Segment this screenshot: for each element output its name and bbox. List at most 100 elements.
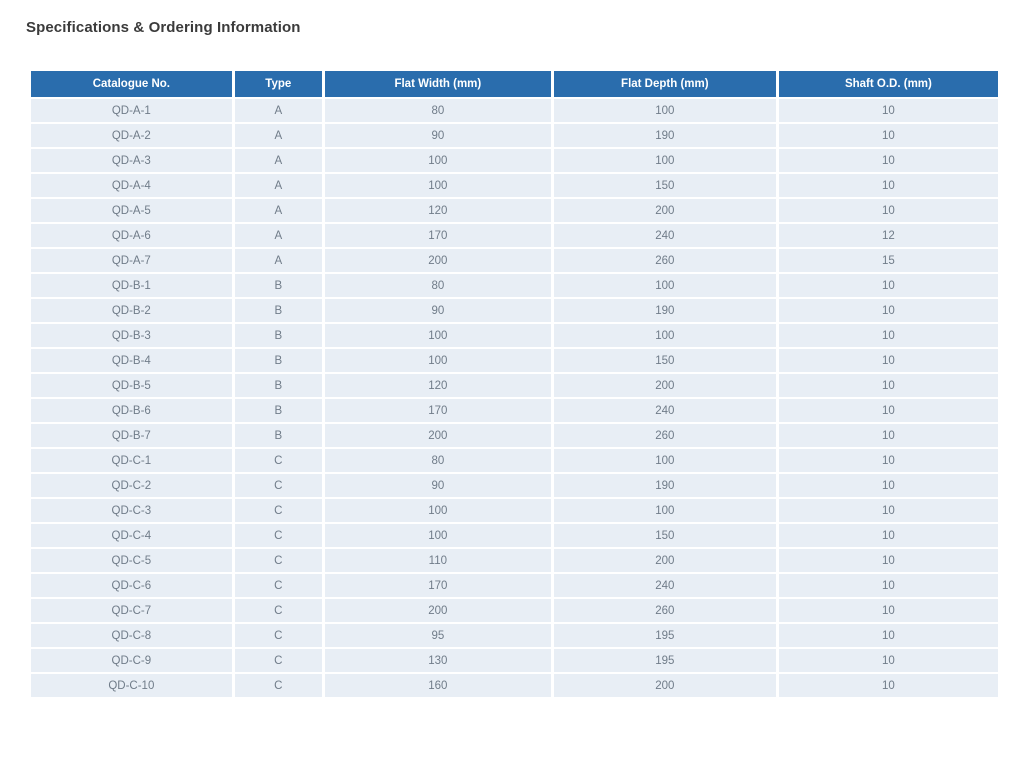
table-cell: QD-C-6 (30, 573, 234, 598)
table-cell: 90 (323, 298, 552, 323)
table-cell: 195 (552, 648, 777, 673)
table-cell: C (233, 648, 323, 673)
table-cell: 190 (552, 298, 777, 323)
table-cell: QD-C-1 (30, 448, 234, 473)
table-row: QD-C-4C10015010 (30, 523, 1000, 548)
table-row: QD-A-5A12020010 (30, 198, 1000, 223)
table-row: QD-C-1C8010010 (30, 448, 1000, 473)
table-cell: QD-C-2 (30, 473, 234, 498)
table-cell: 10 (777, 648, 999, 673)
table-cell: QD-B-1 (30, 273, 234, 298)
table-row: QD-B-4B10015010 (30, 348, 1000, 373)
table-cell: 200 (552, 673, 777, 698)
table-cell: 10 (777, 398, 999, 423)
table-cell: C (233, 548, 323, 573)
table-cell: 190 (552, 473, 777, 498)
table-cell: C (233, 573, 323, 598)
table-cell: 190 (552, 123, 777, 148)
table-cell: 100 (552, 448, 777, 473)
table-cell: 100 (552, 323, 777, 348)
table-cell: QD-A-5 (30, 198, 234, 223)
table-cell: QD-C-7 (30, 598, 234, 623)
column-header: Shaft O.D. (mm) (777, 70, 999, 98)
page: Specifications & Ordering Information Ca… (0, 0, 1026, 772)
table-cell: 10 (777, 423, 999, 448)
table-cell: 10 (777, 623, 999, 648)
table-cell: 150 (552, 173, 777, 198)
table-cell: 170 (323, 398, 552, 423)
table-cell: 200 (323, 423, 552, 448)
table-cell: 10 (777, 323, 999, 348)
table-row: QD-C-7C20026010 (30, 598, 1000, 623)
table-cell: 150 (552, 523, 777, 548)
table-cell: 10 (777, 498, 999, 523)
table-cell: QD-B-4 (30, 348, 234, 373)
table-cell: 160 (323, 673, 552, 698)
table-cell: 100 (323, 523, 552, 548)
table-cell: QD-A-6 (30, 223, 234, 248)
table-cell: B (233, 398, 323, 423)
table-cell: C (233, 498, 323, 523)
table-cell: B (233, 323, 323, 348)
table-cell: QD-A-4 (30, 173, 234, 198)
table-cell: 200 (552, 198, 777, 223)
table-row: QD-C-8C9519510 (30, 623, 1000, 648)
table-cell: 150 (552, 348, 777, 373)
table-cell: QD-B-5 (30, 373, 234, 398)
table-cell: A (233, 98, 323, 123)
table-cell: 10 (777, 673, 999, 698)
table-cell: C (233, 623, 323, 648)
table-row: QD-A-3A10010010 (30, 148, 1000, 173)
table-cell: 90 (323, 123, 552, 148)
table-cell: B (233, 298, 323, 323)
table-cell: C (233, 673, 323, 698)
table-cell: QD-A-1 (30, 98, 234, 123)
table-cell: 10 (777, 123, 999, 148)
table-row: QD-C-10C16020010 (30, 673, 1000, 698)
table-cell: 170 (323, 573, 552, 598)
table-cell: A (233, 123, 323, 148)
table-row: QD-A-2A9019010 (30, 123, 1000, 148)
table-cell: A (233, 173, 323, 198)
table-cell: 120 (323, 373, 552, 398)
table-cell: 260 (552, 423, 777, 448)
table-body: QD-A-1A8010010QD-A-2A9019010QD-A-3A10010… (30, 98, 1000, 698)
table-cell: 100 (552, 98, 777, 123)
table-cell: 200 (323, 248, 552, 273)
table-row: QD-C-3C10010010 (30, 498, 1000, 523)
page-title: Specifications & Ordering Information (26, 18, 1026, 37)
table-cell: 10 (777, 523, 999, 548)
table-cell: 100 (323, 173, 552, 198)
column-header: Type (233, 70, 323, 98)
table-row: QD-B-7B20026010 (30, 423, 1000, 448)
table-cell: QD-B-3 (30, 323, 234, 348)
table-row: QD-B-1B8010010 (30, 273, 1000, 298)
table-cell: B (233, 373, 323, 398)
table-cell: 10 (777, 448, 999, 473)
table-cell: C (233, 448, 323, 473)
table-cell: 100 (323, 498, 552, 523)
table-cell: QD-B-6 (30, 398, 234, 423)
table-cell: 260 (552, 248, 777, 273)
table-cell: 170 (323, 223, 552, 248)
table-cell: 10 (777, 148, 999, 173)
table-cell: QD-B-2 (30, 298, 234, 323)
table-cell: 95 (323, 623, 552, 648)
table-cell: 100 (323, 323, 552, 348)
table-cell: 10 (777, 298, 999, 323)
table-cell: 100 (552, 498, 777, 523)
table-row: QD-B-6B17024010 (30, 398, 1000, 423)
table-row: QD-B-2B9019010 (30, 298, 1000, 323)
table-row: QD-A-6A17024012 (30, 223, 1000, 248)
table-cell: C (233, 473, 323, 498)
table-cell: QD-A-3 (30, 148, 234, 173)
table-cell: A (233, 148, 323, 173)
table-row: QD-A-4A10015010 (30, 173, 1000, 198)
table-cell: QD-C-10 (30, 673, 234, 698)
table-cell: 10 (777, 473, 999, 498)
table-cell: QD-B-7 (30, 423, 234, 448)
table-row: QD-B-5B12020010 (30, 373, 1000, 398)
table-row: QD-C-2C9019010 (30, 473, 1000, 498)
table-cell: 10 (777, 548, 999, 573)
table-cell: 80 (323, 98, 552, 123)
